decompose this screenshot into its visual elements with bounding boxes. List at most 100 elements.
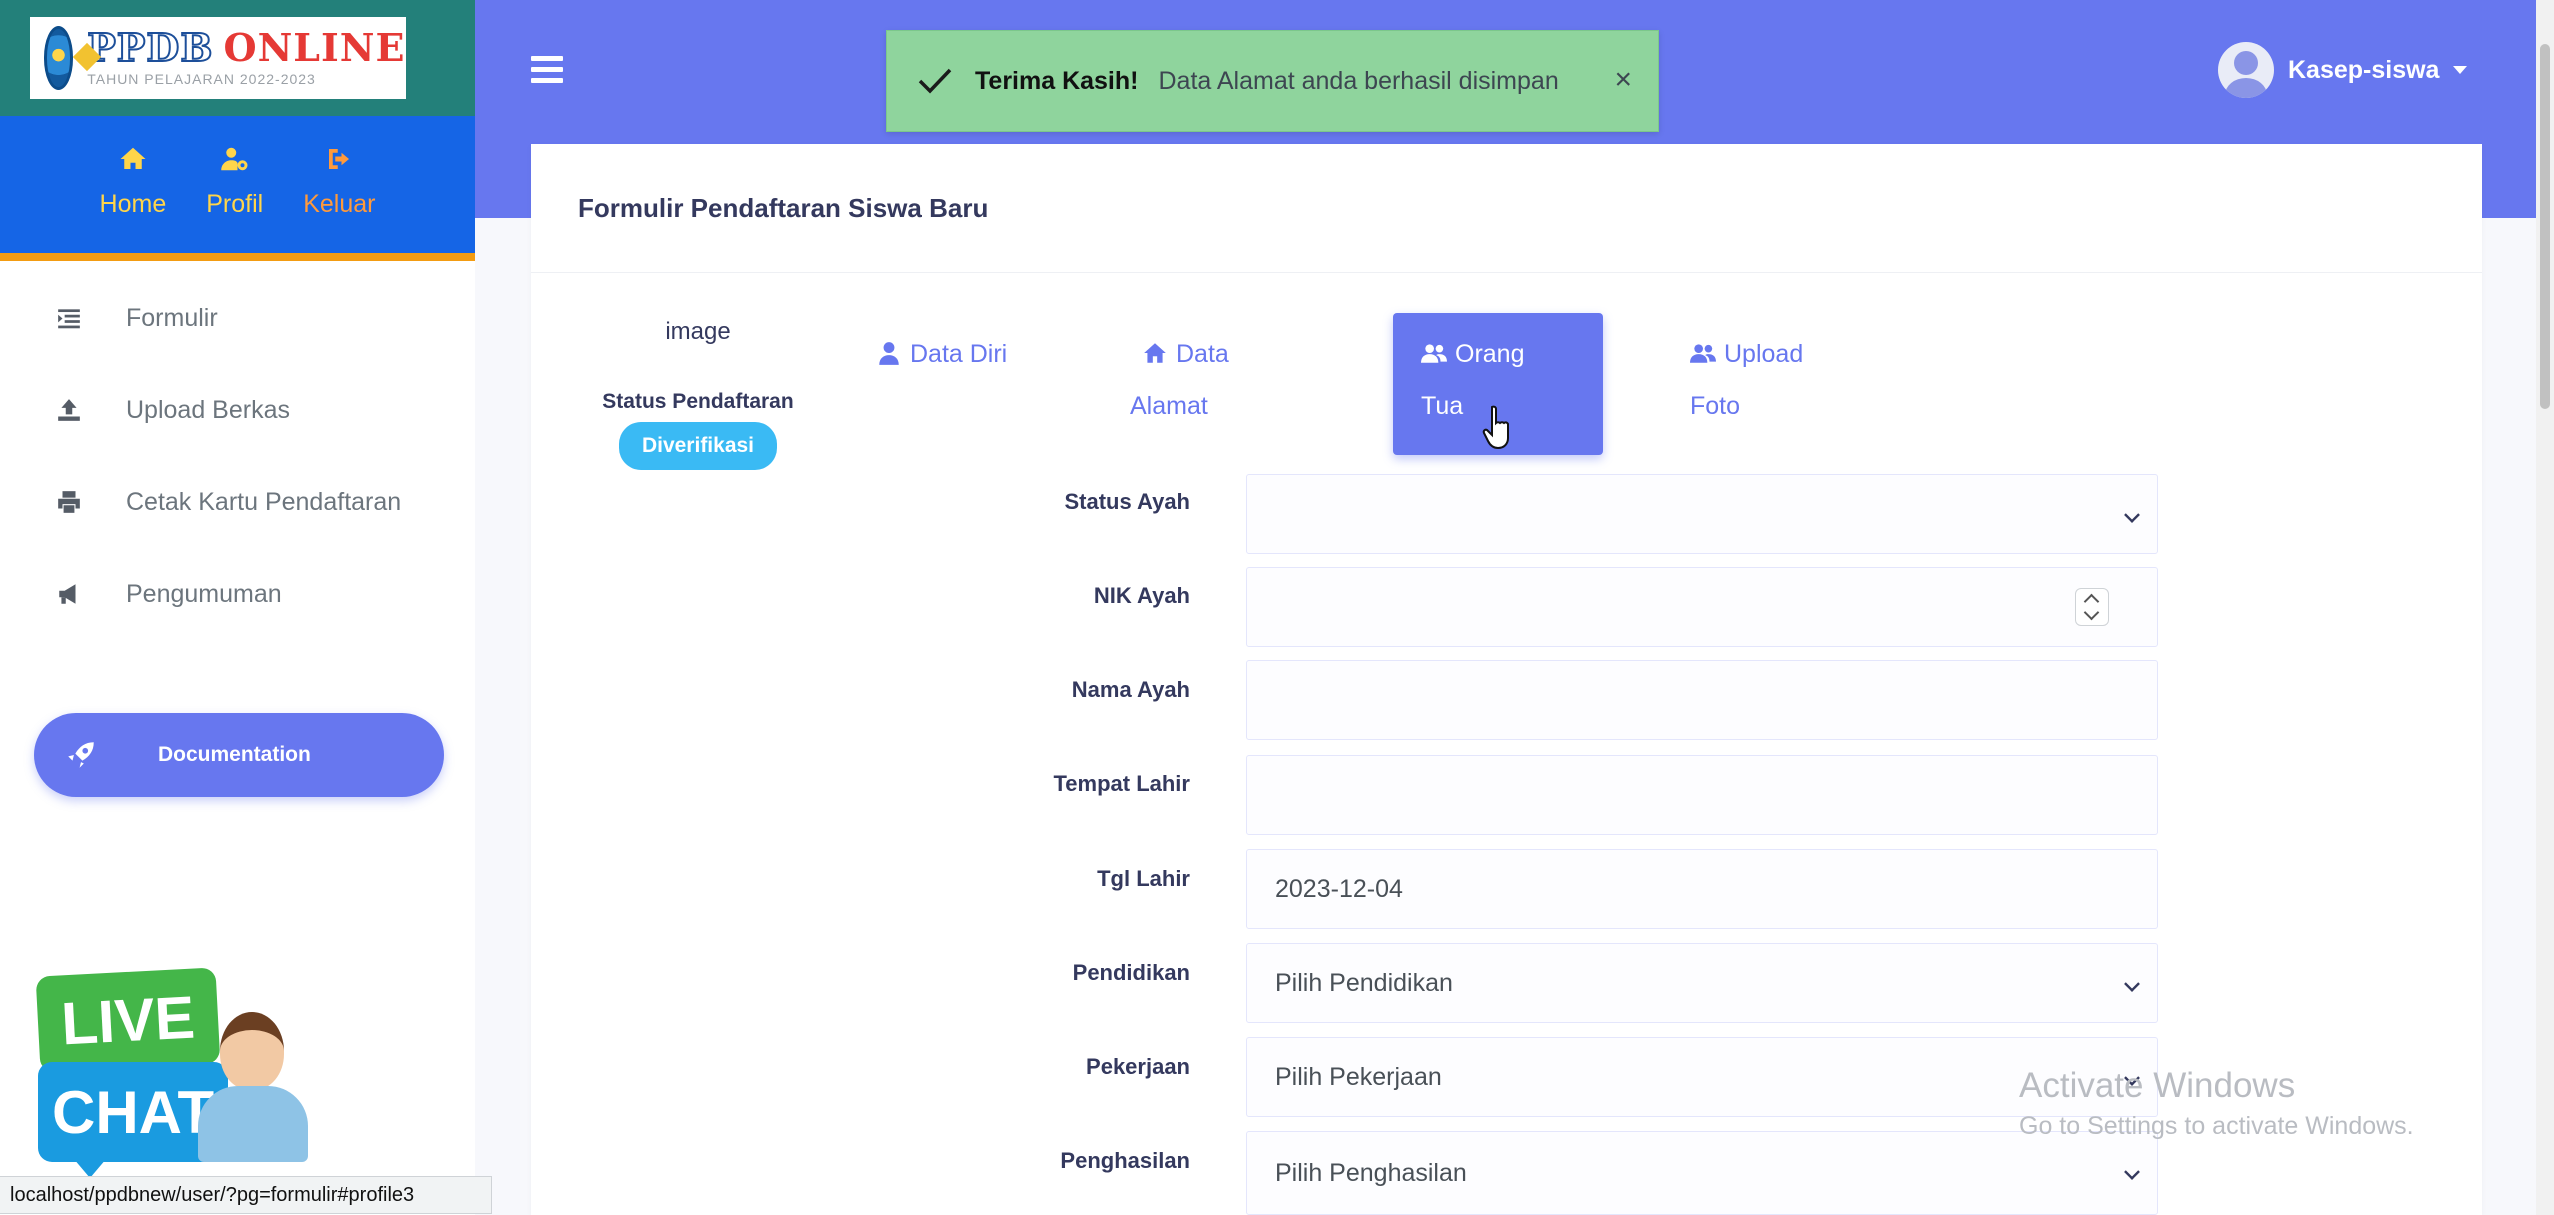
- chevron-down-icon: [2124, 976, 2140, 992]
- quick-link-label: Keluar: [303, 190, 376, 218]
- users-icon: [1421, 344, 1447, 363]
- sidebar: PPDB ONLINE TAHUN PELAJARAN 2022-2023 Hom…: [0, 0, 475, 1215]
- browser-status-bar: localhost/ppdbnew/user/?pg=formulir#prof…: [0, 1176, 492, 1214]
- chevron-down-icon: [2124, 507, 2140, 523]
- caret-down-icon: [2453, 66, 2468, 74]
- quick-link-label: Home: [99, 190, 167, 218]
- logo-title-online: ONLINE: [223, 25, 406, 70]
- tab-label: Data Diri: [910, 340, 1008, 368]
- tab-label-line1: Data: [1176, 340, 1229, 368]
- logo-title-ppdb: PPDB: [86, 25, 214, 70]
- user-icon: [879, 342, 899, 365]
- windows-activation-watermark: Activate Windows Go to Settings to activ…: [2019, 1066, 2414, 1141]
- tgl-lahir-value: 2023-12-04: [1275, 874, 1403, 903]
- penghasilan-label: Penghasilan: [1060, 1148, 1190, 1173]
- hamburger-menu-icon[interactable]: [531, 56, 563, 84]
- sidebar-item-label: Formulir: [126, 303, 218, 332]
- tab-label-line1: Orang: [1455, 340, 1525, 368]
- hand-cursor-icon: [1482, 405, 1509, 450]
- penghasilan-select[interactable]: Pilih Penghasilan: [1246, 1131, 2158, 1215]
- chevron-down-icon: [2124, 1164, 2140, 1180]
- penghasilan-value: Pilih Penghasilan: [1275, 1158, 1467, 1187]
- print-icon: [58, 491, 80, 513]
- pekerjaan-label: Pekerjaan: [1086, 1054, 1190, 1079]
- sidebar-item-label: Pengumuman: [126, 579, 282, 608]
- profile-panel: image Status Pendaftaran Diverifikasi: [583, 318, 813, 470]
- profile-image-alt: image: [665, 318, 731, 345]
- status-url: localhost/ppdbnew/user/?pg=formulir#prof…: [10, 1183, 415, 1206]
- logo-text: PPDB ONLINE TAHUN PELAJARAN 2022-2023: [86, 28, 405, 88]
- tab-label-line2: Foto: [1690, 392, 1741, 420]
- list-icon: [58, 309, 80, 329]
- avatar: [2218, 42, 2274, 98]
- tab-data-diri[interactable]: Data Diri: [876, 313, 1036, 455]
- user-menu[interactable]: Kasep-siswa: [2218, 42, 2468, 98]
- toast-title: Terima Kasih!: [975, 66, 1139, 95]
- live-chat-live-text: LIVE: [35, 967, 221, 1073]
- tgl-lahir-label: Tgl Lahir: [1097, 866, 1190, 891]
- page-scrollbar[interactable]: [2536, 0, 2554, 1215]
- megaphone-icon: [59, 584, 76, 604]
- sidebar-item-formulir[interactable]: Formulir: [0, 272, 475, 364]
- quick-link-profil[interactable]: Profil: [206, 144, 263, 253]
- app: PPDB ONLINE TAHUN PELAJARAN 2022-2023 Hom…: [0, 0, 2554, 1215]
- card-header: Formulir Pendaftaran Siswa Baru: [531, 144, 2482, 273]
- documentation-label: Documentation: [158, 743, 311, 766]
- live-chat-bubble-tail: [68, 1152, 112, 1178]
- sidebar-item-cetak-kartu[interactable]: Cetak Kartu Pendaftaran: [0, 456, 475, 548]
- sidebar-item-label: Upload Berkas: [126, 395, 290, 424]
- sidebar-item-pengumuman[interactable]: Pengumuman: [0, 548, 475, 640]
- tab-label-line2: Alamat: [1130, 392, 1208, 420]
- live-chat-widget[interactable]: LIVE CHAT: [35, 967, 308, 1178]
- pekerjaan-value: Pilih Pekerjaan: [1275, 1062, 1442, 1091]
- ppdb-logo[interactable]: PPDB ONLINE TAHUN PELAJARAN 2022-2023: [29, 17, 406, 99]
- tab-upload-foto[interactable]: Upload Foto: [1690, 313, 1840, 455]
- nama-ayah-label: Nama Ayah: [1071, 677, 1190, 702]
- sidebar-item-upload-berkas[interactable]: Upload Berkas: [0, 364, 475, 456]
- status-ayah-select[interactable]: [1246, 474, 2158, 554]
- tut-wuri-emblem-icon: [43, 26, 74, 90]
- watermark-subtitle: Go to Settings to activate Windows.: [2019, 1112, 2414, 1140]
- scrollbar-thumb[interactable]: [2540, 44, 2550, 409]
- card-title: Formulir Pendaftaran Siswa Baru: [578, 192, 989, 223]
- number-spinner-icon[interactable]: [2075, 588, 2109, 626]
- check-icon: [918, 68, 952, 94]
- users-icon: [1690, 344, 1716, 363]
- tab-label-line1: Upload: [1724, 340, 1804, 368]
- tab-data-alamat[interactable]: Data Alamat: [1130, 313, 1278, 455]
- nik-ayah-input[interactable]: [1246, 567, 2158, 647]
- user-cog-icon: [220, 147, 248, 171]
- support-agent-avatar: [198, 1012, 308, 1162]
- quick-link-label: Profil: [206, 190, 264, 218]
- logo-subtitle: TAHUN PELAJARAN 2022-2023: [87, 71, 316, 87]
- success-toast: Terima Kasih! Data Alamat anda berhasil …: [886, 30, 1659, 132]
- sign-out-icon: [329, 149, 350, 169]
- tempat-lahir-label: Tempat Lahir: [1053, 771, 1190, 796]
- upload-icon: [58, 399, 80, 421]
- tgl-lahir-input[interactable]: 2023-12-04: [1246, 849, 2158, 929]
- nik-ayah-label: NIK Ayah: [1093, 583, 1190, 608]
- rocket-icon: [68, 742, 94, 768]
- watermark-title: Activate Windows: [2019, 1066, 2296, 1105]
- pendidikan-select[interactable]: Pilih Pendidikan: [1246, 943, 2158, 1023]
- toast-close-button[interactable]: ×: [1614, 63, 1632, 97]
- agent-body: [198, 1086, 308, 1162]
- home-icon: [120, 147, 146, 169]
- toast-message: Data Alamat anda berhasil disimpan: [1158, 66, 1559, 95]
- nama-ayah-input[interactable]: [1246, 660, 2158, 740]
- sidebar-menu: Formulir Upload Berkas Cetak Kartu Penda…: [0, 272, 475, 640]
- user-name: Kasep-siswa: [2288, 55, 2440, 84]
- status-label: Status Pendaftaran: [602, 390, 794, 413]
- documentation-button[interactable]: Documentation: [34, 713, 444, 797]
- status-ayah-label: Status Ayah: [1064, 489, 1190, 514]
- logo-title: PPDB ONLINE: [86, 28, 405, 68]
- agent-head: [220, 1012, 284, 1090]
- pendidikan-label: Pendidikan: [1072, 960, 1190, 985]
- quick-link-home[interactable]: Home: [99, 144, 167, 253]
- pendidikan-value: Pilih Pendidikan: [1275, 968, 1453, 997]
- quick-link-keluar[interactable]: Keluar: [303, 144, 375, 253]
- tempat-lahir-input[interactable]: [1246, 755, 2158, 835]
- brand-bar: PPDB ONLINE TAHUN PELAJARAN 2022-2023: [0, 0, 475, 116]
- quick-links: Home Profil Keluar: [0, 116, 475, 261]
- home-icon: [1144, 343, 1166, 363]
